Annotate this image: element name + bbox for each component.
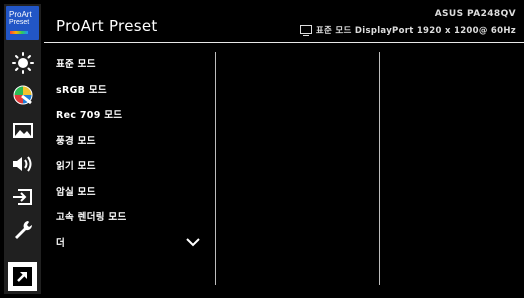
column-divider-2 xyxy=(379,52,380,285)
menu-item-fast-render[interactable]: 고속 렌더링 모드 xyxy=(56,209,206,235)
page-title: ProArt Preset xyxy=(56,17,158,35)
color-icon[interactable] xyxy=(10,82,36,108)
settings-wrench-icon[interactable] xyxy=(10,217,36,243)
logo-color-bar xyxy=(10,31,28,34)
icon-rail: ProArt Preset xyxy=(4,4,41,294)
status-text: 표준 모드 DisplayPort 1920 x 1200@ 60Hz xyxy=(315,26,516,36)
column-divider-1 xyxy=(215,52,216,285)
menu-item-reading[interactable]: 읽기 모드 xyxy=(56,158,206,184)
menu-item-srgb[interactable]: sRGB 모드 xyxy=(56,82,206,108)
monitor-icon xyxy=(299,24,312,36)
menu-item-more[interactable]: 더 xyxy=(56,235,206,261)
shortcut-icon[interactable] xyxy=(8,262,37,291)
osd-menu: ProArt Preset ProArt Preset ASUS PA248QV… xyxy=(0,0,524,298)
proart-logo: ProArt Preset xyxy=(6,6,39,40)
chevron-down-icon[interactable] xyxy=(186,232,200,247)
brightness-icon[interactable] xyxy=(10,50,36,76)
logo-line1: ProArt xyxy=(9,10,32,19)
menu-item-darkroom[interactable]: 암실 모드 xyxy=(56,184,206,210)
menu-item-standard[interactable]: 표준 모드 xyxy=(56,56,206,82)
status-line: 표준 모드 DisplayPort 1920 x 1200@ 60Hz xyxy=(299,24,516,36)
input-icon[interactable] xyxy=(10,184,36,210)
menu-item-rec709[interactable]: Rec 709 모드 xyxy=(56,107,206,133)
preset-menu: 표준 모드 sRGB 모드 Rec 709 모드 풍경 모드 읽기 모드 암실 … xyxy=(56,56,206,260)
menu-item-scenery[interactable]: 풍경 모드 xyxy=(56,133,206,159)
logo-line2: Preset xyxy=(9,19,30,26)
image-icon[interactable] xyxy=(10,117,36,143)
header-divider xyxy=(44,42,524,43)
sound-icon[interactable] xyxy=(10,151,36,177)
model-name: ASUS PA248QV xyxy=(434,9,516,19)
